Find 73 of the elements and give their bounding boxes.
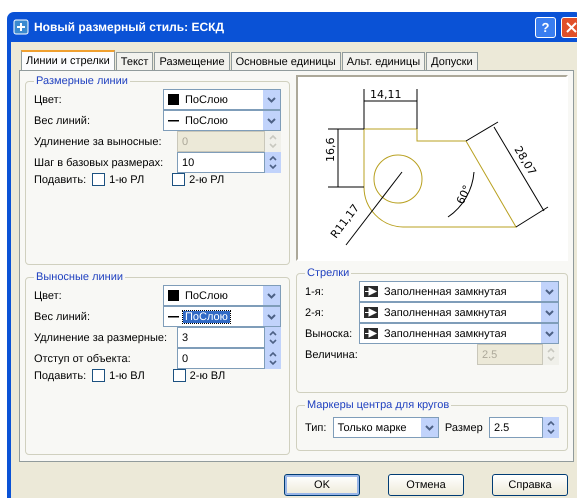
caret-icon xyxy=(267,96,276,102)
field-label: Цвет: xyxy=(34,94,62,106)
spinner-icon[interactable] xyxy=(542,417,559,438)
checkbox[interactable] xyxy=(172,173,186,186)
caret-icon xyxy=(267,118,276,124)
caret-icon xyxy=(267,314,276,320)
tab[interactable]: Текст xyxy=(116,52,154,70)
line-weight-icon xyxy=(168,315,179,318)
dropdown[interactable]: Заполненная замкнутая xyxy=(359,281,559,302)
tab[interactable]: Альт. единицы xyxy=(342,52,426,70)
dialog-button[interactable]: Отмена xyxy=(388,474,464,496)
line-weight-icon xyxy=(168,119,179,122)
checkbox[interactable] xyxy=(92,369,106,382)
checkbox[interactable] xyxy=(172,369,186,382)
spinner-icon[interactable] xyxy=(265,327,281,348)
color-swatch-icon xyxy=(168,290,179,301)
arrowhead-icon xyxy=(364,286,378,297)
number-field[interactable]: 0 xyxy=(177,348,265,369)
dropdown[interactable]: ПоСлою xyxy=(163,306,281,327)
number-field[interactable]: 3 xyxy=(177,327,265,348)
caret-icon xyxy=(267,292,276,298)
field-label: Вес линий: xyxy=(34,310,90,322)
field-label: Вес линий: xyxy=(34,114,90,126)
tab[interactable]: Размещение xyxy=(154,52,230,70)
group-title: Стрелки xyxy=(306,267,350,279)
color-swatch-icon xyxy=(168,94,179,105)
checkbox-label: 2-ю ВЛ xyxy=(190,370,226,382)
spinner-icon[interactable] xyxy=(265,348,281,369)
field-label: Удлинение за размерные: xyxy=(34,332,168,344)
caret-icon xyxy=(545,310,554,316)
checkbox-label: 1-ю ВЛ xyxy=(109,370,145,382)
spinner-icon[interactable] xyxy=(265,152,281,173)
field-label: Выноска: xyxy=(305,328,352,340)
field-label: 2-я: xyxy=(305,306,324,318)
tab[interactable]: Допуски xyxy=(426,52,478,70)
caret-icon xyxy=(545,288,554,294)
dropdown[interactable]: Только марке xyxy=(332,417,439,438)
app-icon xyxy=(13,19,29,35)
arrowhead-icon xyxy=(364,307,378,318)
field-label: Подавить: xyxy=(34,370,86,382)
field-label: Подавить: xyxy=(34,174,86,186)
window-title: Новый размерный стиль: ЕСКД xyxy=(34,20,226,34)
field-label: Тип: xyxy=(305,422,326,434)
close-button[interactable] xyxy=(561,16,577,38)
field-label: Размер xyxy=(444,422,483,434)
checkbox-label: 1-ю РЛ xyxy=(109,174,144,186)
tab[interactable]: Основные единицы xyxy=(230,52,341,70)
checkbox-label: 2-ю РЛ xyxy=(189,174,224,186)
arrowhead-icon xyxy=(364,328,378,339)
group-title: Размерные линии xyxy=(35,75,129,87)
dialog-button[interactable]: Справка xyxy=(492,474,568,496)
field-label: 1-я: xyxy=(305,286,324,298)
field-label: Удлинение за выносные: xyxy=(34,136,162,148)
dialog-button[interactable]: OK xyxy=(284,474,360,496)
close-icon xyxy=(566,22,577,32)
help-button[interactable]: ? xyxy=(535,16,556,38)
dropdown[interactable]: Заполненная замкнутая xyxy=(359,302,559,323)
field-label: Цвет: xyxy=(34,290,62,302)
group-title: Маркеры центра для кругов xyxy=(306,399,450,411)
checkbox[interactable] xyxy=(92,173,106,186)
dropdown[interactable]: ПоСлою xyxy=(163,285,281,306)
field-label: Шаг в базовых размерах: xyxy=(34,156,164,168)
number-field[interactable]: 10 xyxy=(177,152,265,173)
caret-icon xyxy=(545,330,554,336)
number-field[interactable]: 2.5 xyxy=(488,417,543,438)
dropdown[interactable]: ПоСлою xyxy=(163,110,281,131)
group-title: Выносные линии xyxy=(35,271,124,283)
field-label: Отступ от объекта: xyxy=(34,352,131,364)
tab[interactable]: Линии и стрелки xyxy=(21,50,115,70)
dropdown[interactable]: ПоСлою xyxy=(163,89,281,110)
dropdown[interactable]: Заполненная замкнутая xyxy=(359,323,559,344)
field-label: Величина: xyxy=(305,348,358,360)
caret-icon xyxy=(424,424,434,430)
